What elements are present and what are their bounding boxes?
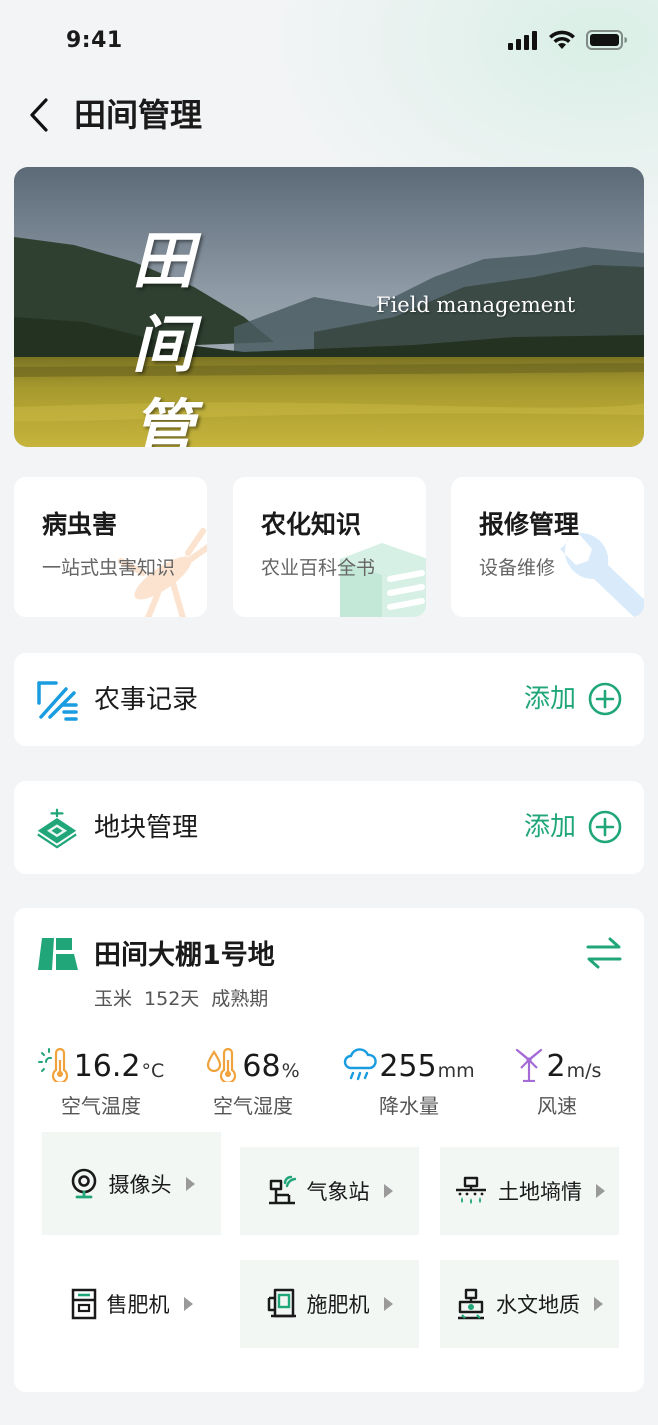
fertilizer-vending-icon <box>71 1288 96 1320</box>
metric-humidity: 68 % 空气湿度 <box>178 1048 328 1119</box>
caret-right-icon <box>596 1184 605 1198</box>
humidity-icon <box>207 1048 237 1082</box>
field-map-icon <box>38 938 78 970</box>
repair-card-subtitle: 设备维修 <box>479 557 556 579</box>
add-circle-icon <box>588 810 622 844</box>
device-hydrology[interactable]: 水文地质 <box>440 1260 619 1348</box>
land-plot-icon <box>37 808 77 849</box>
soil-moisture-icon <box>456 1176 486 1204</box>
plot-management-add-label: 添加 <box>523 812 576 842</box>
hero-banner: 田 间 管 理 Field management <box>14 167 644 447</box>
metric-temperature: 16.2 °C 空气温度 <box>26 1048 176 1119</box>
device-soil-moisture-label: 土地墒情 <box>498 1180 582 1204</box>
plot-meta: 玉米 152天 成熟期 <box>94 984 268 1011</box>
farm-records-row[interactable]: 农事记录 添加 <box>14 653 644 746</box>
wind-turbine-icon <box>515 1048 542 1082</box>
plot-management-label: 地块管理 <box>94 813 199 843</box>
plot-days: 152天 <box>144 988 200 1010</box>
agrochem-card[interactable]: 农化知识 农业百科全书 <box>233 477 426 617</box>
nav-bar: 田间管理 <box>0 90 658 140</box>
farm-record-icon <box>37 681 78 721</box>
banner-title-line2: 管 理 <box>132 392 207 447</box>
rainfall-unit: mm <box>437 1060 475 1082</box>
add-circle-icon <box>588 682 622 716</box>
wifi-icon <box>549 30 575 49</box>
status-time: 9:41 <box>66 28 123 53</box>
device-weather-station[interactable]: 气象站 <box>240 1147 419 1235</box>
pest-card[interactable]: 病虫害 一站式虫害知识 <box>14 477 207 617</box>
rain-cloud-icon <box>344 1048 378 1081</box>
rainfall-label: 降水量 <box>379 1094 439 1118</box>
hydrology-icon <box>458 1288 484 1320</box>
repair-card[interactable]: 报修管理 设备维修 <box>451 477 644 617</box>
temperature-value: 16.2 <box>73 1049 141 1084</box>
device-hydrology-label: 水文地质 <box>496 1293 580 1317</box>
humidity-value: 68 <box>242 1049 281 1084</box>
agrochem-card-subtitle: 农业百科全书 <box>261 557 376 579</box>
temperature-label: 空气温度 <box>61 1094 141 1118</box>
banner-title-line1: 田 间 <box>132 224 207 381</box>
plot-management-row[interactable]: 地块管理 添加 <box>14 781 644 874</box>
camera-icon <box>71 1168 96 1198</box>
device-fertilizer-vending-label: 售肥机 <box>106 1293 170 1317</box>
humidity-unit: % <box>281 1060 300 1082</box>
device-fertilizer-machine-label: 施肥机 <box>306 1293 370 1317</box>
plot-crop: 玉米 <box>94 988 133 1010</box>
caret-right-icon <box>383 1184 393 1198</box>
wind-value: 2 <box>546 1049 566 1084</box>
rainfall-value: 255 <box>379 1049 437 1084</box>
caret-right-icon <box>185 1176 195 1191</box>
metric-rainfall: 255 mm 降水量 <box>334 1048 484 1119</box>
farm-records-label: 农事记录 <box>94 685 199 715</box>
temperature-unit: °C <box>141 1060 165 1082</box>
pest-card-subtitle: 一站式虫害知识 <box>42 557 176 579</box>
wrench-icon <box>560 532 644 617</box>
page-title: 田间管理 <box>74 96 203 134</box>
thermometer-icon <box>37 1048 68 1082</box>
farm-records-add-button[interactable]: 添加 <box>524 680 622 718</box>
plot-stage: 成熟期 <box>211 988 269 1010</box>
device-weather-station-label: 气象站 <box>306 1180 370 1204</box>
status-icons <box>508 30 628 50</box>
quick-cards: 病虫害 一站式虫害知识 农化知识 农业百科全书 报修管理 设备维修 <box>14 477 644 617</box>
switch-plot-icon[interactable] <box>586 936 622 970</box>
cellular-signal-icon <box>508 31 537 50</box>
banner-title: 田 间 管 理 <box>132 219 302 447</box>
plot-name: 田间大棚1号地 <box>94 940 275 971</box>
device-soil-moisture[interactable]: 土地墒情 <box>440 1147 619 1235</box>
metric-wind: 2 m/s 风速 <box>482 1048 632 1119</box>
wind-label: 风速 <box>537 1094 577 1118</box>
farm-records-add-label: 添加 <box>523 684 576 714</box>
status-bar: 9:41 <box>0 0 658 84</box>
device-grid: 摄像头 气象站 土地墒情 售肥机 施肥机 水文地质 <box>42 1132 620 1352</box>
device-camera-label: 摄像头 <box>108 1172 172 1197</box>
device-camera[interactable]: 摄像头 <box>42 1132 221 1235</box>
battery-icon <box>586 30 627 50</box>
humidity-label: 空气湿度 <box>213 1094 293 1118</box>
caret-right-icon <box>183 1297 193 1311</box>
plot-detail-card: 田间大棚1号地 玉米 152天 成熟期 16.2 °C 空气温度 68 % 空气… <box>14 908 644 1392</box>
fertilizer-machine-icon <box>267 1288 296 1318</box>
caret-right-icon <box>594 1297 603 1311</box>
wind-unit: m/s <box>566 1060 602 1082</box>
device-fertilizer-machine[interactable]: 施肥机 <box>240 1260 419 1348</box>
caret-right-icon <box>383 1297 393 1311</box>
plot-management-add-button[interactable]: 添加 <box>524 808 622 846</box>
banner-subtitle: Field management <box>376 293 576 317</box>
agrochem-card-title: 农化知识 <box>261 510 362 539</box>
back-arrow-icon[interactable] <box>22 94 58 136</box>
weather-metrics: 16.2 °C 空气温度 68 % 空气湿度 255 mm 降水量 2 m/s … <box>37 1048 628 1119</box>
device-fertilizer-vending[interactable]: 售肥机 <box>42 1260 221 1348</box>
weather-station-icon <box>268 1175 296 1205</box>
